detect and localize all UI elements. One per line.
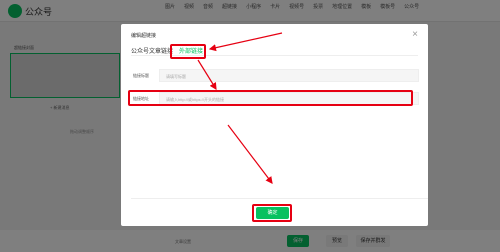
arrow-to-confirm <box>227 124 273 184</box>
arrow-to-url-field <box>197 59 217 91</box>
annotation-arrows <box>197 32 283 184</box>
arrow-to-tab <box>208 32 283 52</box>
